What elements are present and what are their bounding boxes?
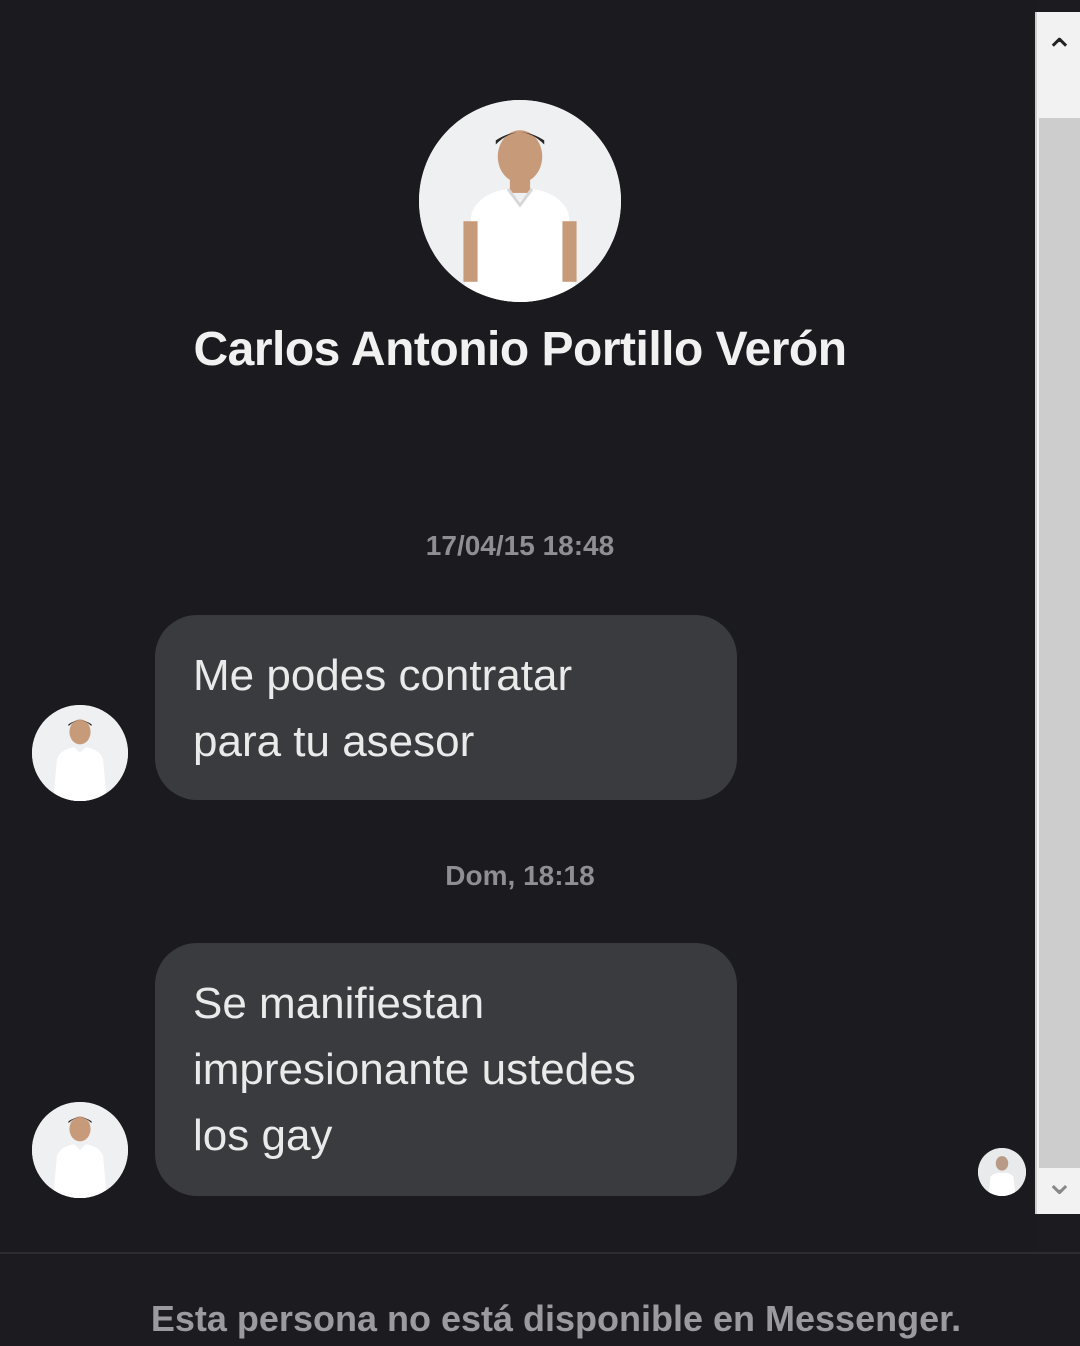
- contact-name[interactable]: Carlos Antonio Portillo Verón: [0, 322, 1040, 377]
- profile-photo-icon: [419, 100, 621, 302]
- scrollbar-thumb[interactable]: [1039, 118, 1080, 1168]
- profile-photo-icon: [978, 1148, 1026, 1196]
- vertical-scrollbar[interactable]: ⌃ ⌄: [1035, 12, 1080, 1214]
- contact-avatar[interactable]: [419, 100, 621, 302]
- seen-indicator-avatar: [978, 1148, 1026, 1196]
- sender-avatar[interactable]: [32, 705, 128, 801]
- message-timestamp: 17/04/15 18:48: [425, 530, 615, 561]
- message-timestamp: Dom, 18:18: [445, 860, 595, 891]
- profile-photo-icon: [32, 1102, 128, 1198]
- divider: [0, 1252, 1080, 1254]
- message-bubble[interactable]: Se manifiestan impresionante ustedes los…: [155, 943, 737, 1196]
- profile-photo-icon: [32, 705, 128, 801]
- chevron-up-icon[interactable]: ⌃: [1037, 32, 1080, 72]
- chat-pane: Carlos Antonio Portillo Verón 17/04/15 1…: [0, 0, 1035, 1250]
- footer: Esta persona no está disponible en Messe…: [0, 1270, 1080, 1346]
- chevron-down-icon[interactable]: ⌄: [1037, 1162, 1080, 1202]
- unavailable-notice: Esta persona no está disponible en Messe…: [150, 1298, 962, 1339]
- message-bubble[interactable]: Me podes contratar para tu asesor: [155, 615, 737, 800]
- sender-avatar[interactable]: [32, 1102, 128, 1198]
- messenger-window: Carlos Antonio Portillo Verón 17/04/15 1…: [0, 0, 1080, 1346]
